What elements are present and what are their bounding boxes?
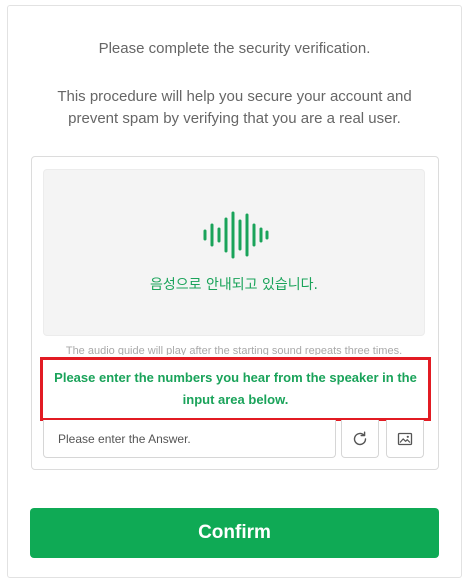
intro-description-line2: prevent spam by verifying that you are a…	[68, 110, 401, 127]
answer-input[interactable]	[43, 420, 336, 458]
intro-description: This procedure will help you secure your…	[0, 86, 469, 130]
confirm-button[interactable]: Confirm	[30, 508, 439, 558]
audio-status-text: 음성으로 안내되고 있습니다.	[150, 277, 318, 293]
sound-wave-icon	[203, 211, 269, 259]
refresh-button[interactable]	[341, 420, 379, 458]
audio-guide-text: The audio guide will play after the star…	[65, 345, 403, 355]
image-captcha-button[interactable]	[386, 420, 424, 458]
instruction-text: Please enter the numbers you hear from t…	[54, 370, 417, 407]
intro-description-line1: This procedure will help you secure your…	[57, 88, 412, 105]
instruction-box: Please enter the numbers you hear from t…	[40, 357, 431, 421]
refresh-icon	[353, 431, 367, 445]
image-icon	[397, 432, 413, 445]
intro-title: Please complete the security verificatio…	[98, 40, 371, 57]
